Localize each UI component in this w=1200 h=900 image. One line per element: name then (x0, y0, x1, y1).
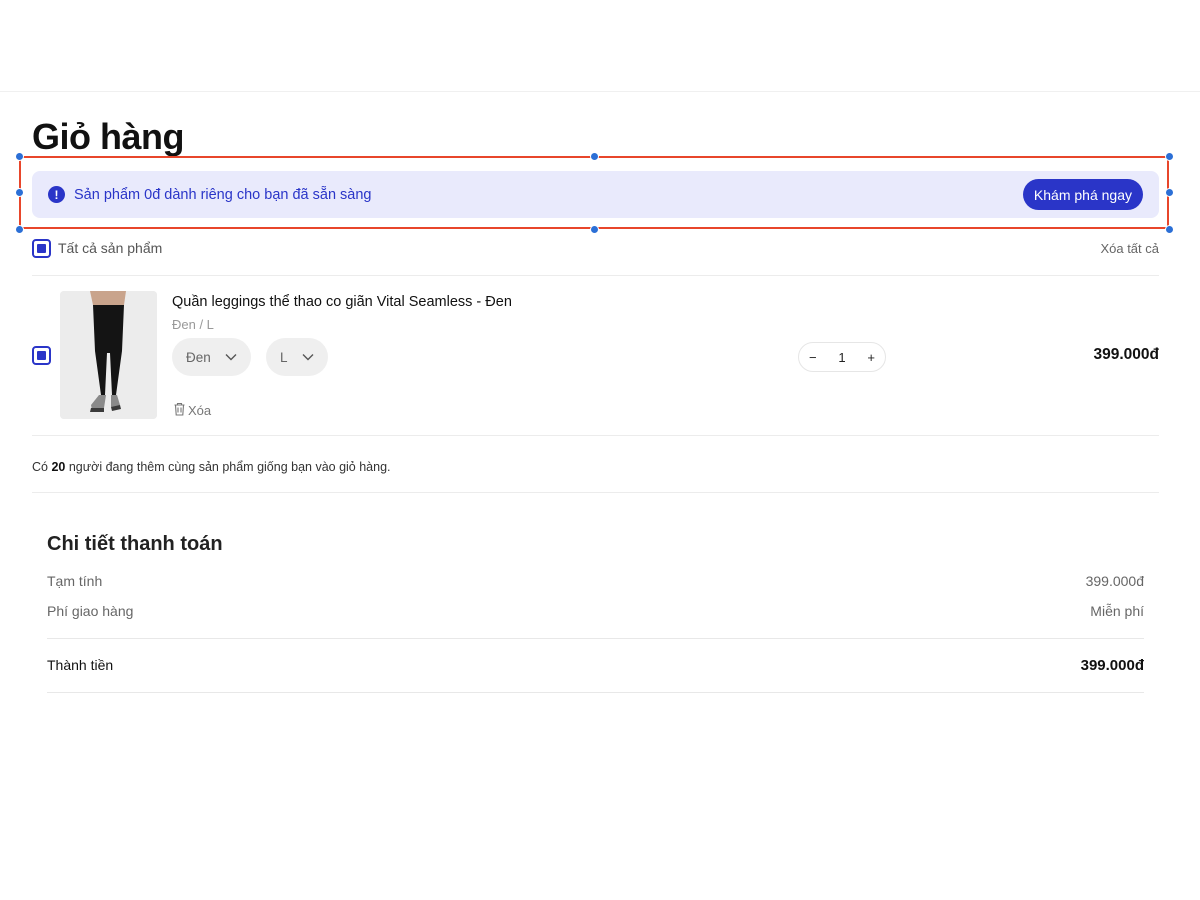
remove-item-button[interactable]: Xóa (173, 402, 211, 419)
resize-handle-middle-left[interactable] (15, 188, 24, 197)
decrease-quantity-button[interactable]: − (809, 350, 817, 365)
divider (47, 638, 1144, 639)
subtotal-value: 399.000đ (1085, 573, 1144, 589)
divider (32, 492, 1159, 493)
top-header (0, 0, 1200, 92)
product-variant: Đen / L (172, 317, 214, 332)
resize-handle-top-center[interactable] (590, 152, 599, 161)
resize-handle-bottom-right[interactable] (1165, 225, 1174, 234)
color-select[interactable]: Đen (172, 338, 251, 376)
shipping-value: Miễn phí (1090, 603, 1144, 619)
divider (47, 692, 1144, 693)
divider (32, 435, 1159, 436)
selection-outline (19, 156, 1169, 229)
shipping-label: Phí giao hàng (47, 603, 134, 619)
chevron-down-icon (302, 350, 314, 364)
resize-handle-bottom-left[interactable] (15, 225, 24, 234)
color-select-value: Đen (186, 349, 211, 365)
resize-handle-bottom-center[interactable] (590, 225, 599, 234)
clear-all-button[interactable]: Xóa tất cả (1100, 241, 1159, 256)
subtotal-label: Tạm tính (47, 573, 103, 589)
quantity-stepper[interactable]: − 1 + (798, 342, 886, 372)
select-all-checkbox[interactable] (32, 239, 51, 258)
total-value: 399.000đ (1080, 657, 1144, 674)
increase-quantity-button[interactable]: + (867, 350, 875, 365)
product-name[interactable]: Quần leggings thể thao co giãn Vital Sea… (172, 294, 512, 310)
trash-icon (173, 402, 186, 419)
social-proof-note: Có 20 người đang thêm cùng sản phẩm giốn… (32, 460, 391, 474)
resize-handle-top-right[interactable] (1165, 152, 1174, 161)
page-title: Giỏ hàng (32, 116, 185, 157)
size-select[interactable]: L (266, 338, 328, 376)
item-price: 399.000đ (1093, 346, 1160, 363)
item-checkbox[interactable] (32, 346, 51, 365)
product-image[interactable] (60, 291, 157, 419)
resize-handle-middle-right[interactable] (1165, 188, 1174, 197)
quantity-value: 1 (838, 349, 846, 365)
social-proof-count: 20 (51, 460, 66, 474)
remove-item-label: Xóa (188, 403, 212, 418)
total-label: Thành tiền (47, 657, 114, 673)
chevron-down-icon (225, 350, 237, 364)
size-select-value: L (280, 349, 288, 365)
resize-handle-top-left[interactable] (15, 152, 24, 161)
payment-summary-title: Chi tiết thanh toán (47, 533, 223, 555)
select-all-label: Tất cả sản phẩm (58, 240, 163, 256)
divider (32, 275, 1159, 276)
